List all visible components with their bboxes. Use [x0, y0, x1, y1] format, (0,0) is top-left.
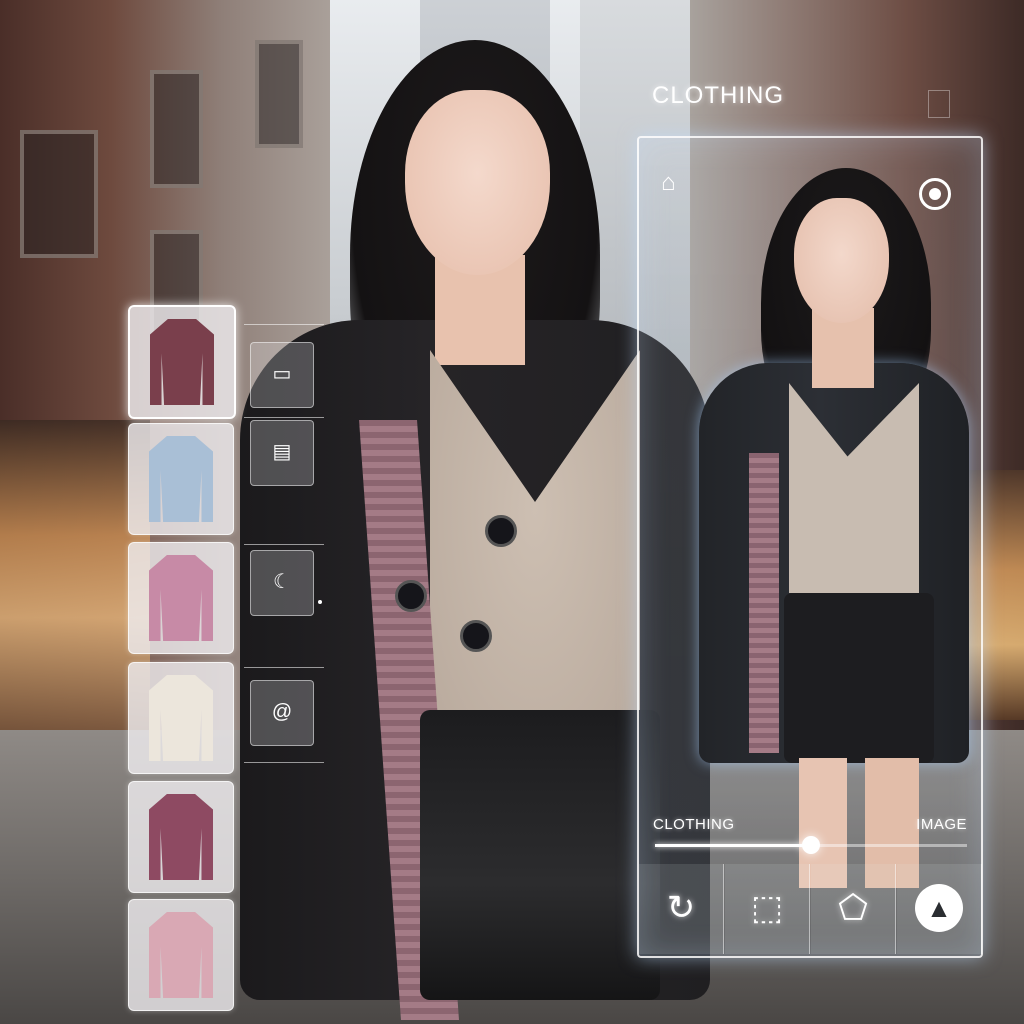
- panel-title: CLOTHING: [652, 82, 785, 109]
- slider-fill: [655, 844, 811, 847]
- action-button-cube[interactable]: ⬚: [725, 864, 810, 954]
- clothing-thumbnail-dusty-pink-top[interactable]: [128, 899, 234, 1011]
- tool-divider: [244, 667, 324, 668]
- shape-icon: ⬠: [838, 889, 868, 927]
- corner-mark: [928, 90, 950, 118]
- reflected-placket: [749, 453, 779, 753]
- hanger-icon[interactable]: ⌂: [661, 168, 691, 198]
- model-face: [405, 90, 550, 275]
- triangle-icon: ▲: [915, 884, 963, 932]
- clothing-thumbnail-pink-knit-cardigan[interactable]: [128, 542, 234, 654]
- rotate-icon: ↻: [666, 889, 696, 927]
- layers-icon: ▤: [272, 441, 292, 463]
- tool-divider: [244, 762, 324, 763]
- slider-thumb[interactable]: [802, 836, 820, 854]
- reflected-shorts: [784, 593, 934, 763]
- tool-divider: [244, 324, 324, 325]
- clothing-thumbnail-burgundy-blazer[interactable]: [128, 305, 236, 419]
- try-on-panel: ⌂ CLOTHING IMAGE ↻ ⬚ ⬠ ▲: [637, 136, 983, 958]
- tool-column: ▭ ▤ ☾ @: [244, 322, 324, 772]
- garment-image: [149, 555, 213, 641]
- garment-image: [149, 436, 213, 522]
- tool-image[interactable]: ▭: [250, 342, 314, 408]
- slider-label-clothing: CLOTHING: [653, 816, 735, 833]
- clothing-thumbnail-cream-sweater[interactable]: [128, 662, 234, 774]
- tool-divider: [244, 417, 324, 418]
- tool-layers[interactable]: ▤: [250, 420, 314, 486]
- window: [20, 130, 98, 258]
- moon-icon: ☾: [273, 571, 291, 593]
- tool-moon[interactable]: ☾: [250, 550, 314, 616]
- tool-dot: [318, 600, 322, 604]
- window: [150, 70, 203, 188]
- image-icon: ▭: [272, 363, 292, 385]
- cardigan-button: [460, 620, 492, 652]
- reflected-face: [794, 198, 889, 323]
- garment-image: [149, 675, 213, 761]
- model-shorts: [420, 710, 660, 1000]
- tool-divider: [244, 544, 324, 545]
- tool-swirl[interactable]: @: [250, 680, 314, 746]
- action-bar: ↻ ⬚ ⬠ ▲: [639, 864, 982, 956]
- action-button-rotate[interactable]: ↻: [639, 864, 724, 954]
- cube-icon: ⬚: [750, 889, 784, 927]
- clothing-thumbnail-light-blue-jacket[interactable]: [128, 423, 234, 535]
- clothing-thumbnail-mauve-cardigan[interactable]: [128, 781, 234, 893]
- swirl-icon: @: [271, 701, 293, 723]
- cardigan-button: [485, 515, 517, 547]
- garment-image: [149, 912, 213, 998]
- cardigan-button: [395, 580, 427, 612]
- blend-slider[interactable]: [655, 836, 967, 854]
- garment-image: [150, 319, 214, 405]
- garment-image: [149, 794, 213, 880]
- record-icon[interactable]: [919, 178, 951, 210]
- action-button-triangle[interactable]: ▲: [897, 864, 982, 954]
- action-button-shape[interactable]: ⬠: [811, 864, 896, 954]
- slider-label-image: IMAGE: [916, 816, 967, 833]
